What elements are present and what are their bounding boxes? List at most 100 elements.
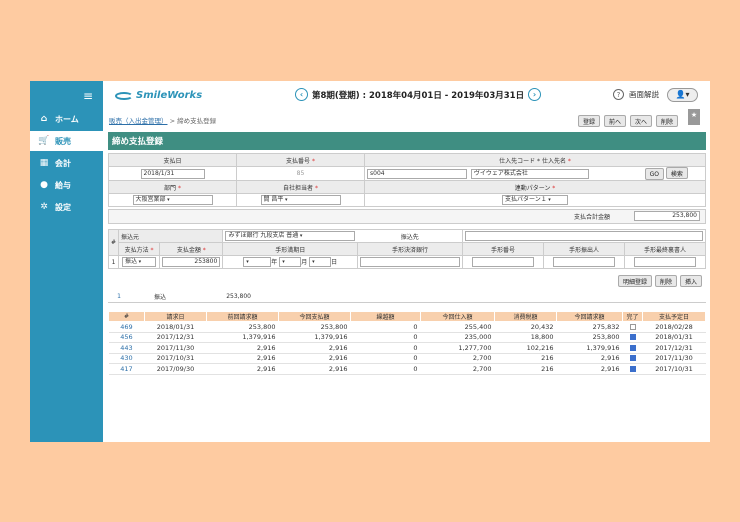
table-row[interactable]: 469 2018/01/31 253,800 253,800 0 255,400 20,43…	[108, 321, 706, 333]
row-prev: 1,379,916	[206, 332, 279, 343]
row-due: 2018/02/28	[642, 321, 706, 333]
user-menu-button[interactable]: 👤▾	[667, 88, 698, 102]
done-checkbox[interactable]	[629, 355, 636, 362]
sidebar: ≡ ⌂ ホーム 🛒 販売 ▦ 会計 ● 給与 ✲ 設定	[30, 81, 103, 442]
sidebar-item-accounting[interactable]: ▦ 会計	[30, 153, 103, 173]
vendor-buttons: GO 検索	[627, 166, 706, 181]
row-carry: 0	[350, 332, 421, 343]
help-label: 画面解説	[629, 90, 659, 99]
prev-button[interactable]: 前へ	[604, 115, 627, 127]
due-day-select[interactable]	[309, 257, 332, 268]
sidebar-item-payroll[interactable]: ● 給与	[30, 175, 103, 195]
sidebar-item-settings[interactable]: ✲ 設定	[30, 197, 103, 217]
main-content: SmileWorks ‹ 第8期(登期) : 2018年04月01日 - 201…	[103, 81, 710, 442]
row-prev: 2,916	[206, 363, 279, 375]
insert-detail-button[interactable]: 挿入	[680, 275, 703, 287]
endorser-input[interactable]	[633, 257, 696, 267]
toolbar: 登録 前へ 次へ 削除	[578, 115, 679, 127]
row-done	[622, 363, 643, 375]
chevron-left-icon[interactable]: ‹	[295, 88, 308, 101]
sidebar-item-sales[interactable]: 🛒 販売	[30, 131, 103, 151]
help-link[interactable]: ? 画面解説	[613, 89, 659, 100]
dest-input[interactable]	[464, 231, 703, 241]
done-checkbox[interactable]	[629, 334, 636, 341]
due-month-select[interactable]	[279, 257, 302, 268]
question-icon: ?	[613, 89, 624, 100]
row-id-link[interactable]: 417	[108, 363, 145, 375]
summary-row[interactable]: 1 振込 253,800	[108, 291, 706, 303]
pattern-select[interactable]: 支払パターン１	[502, 195, 568, 205]
row-tax: 216	[494, 353, 557, 364]
table-row[interactable]: 417 2017/09/30 2,916 2,916 0 2,700 216 2,916 201…	[108, 363, 706, 375]
amount-cell: 253800	[159, 255, 224, 269]
period-selector: ‹ 第8期(登期) : 2018年04月01日 - 2019年03月31日 ›	[291, 88, 545, 101]
row-id-link[interactable]: 430	[108, 353, 145, 364]
chevron-right-icon[interactable]: ›	[528, 88, 542, 101]
row-id-link[interactable]: 469	[108, 321, 145, 333]
done-checkbox[interactable]	[629, 344, 636, 351]
register-button[interactable]: 登録	[578, 115, 601, 127]
go-button[interactable]: GO	[644, 168, 664, 180]
table-row[interactable]: 430 2017/10/31 2,916 2,916 0 2,700 216 2,916 201…	[108, 353, 706, 364]
row-date: 2017/10/31	[144, 353, 207, 364]
summary-amount: 253,800	[190, 291, 254, 303]
date-header: 支払日	[108, 153, 237, 167]
row-pay: 2,916	[278, 363, 351, 375]
issuer-input[interactable]	[552, 257, 615, 267]
row-date: 2017/12/31	[144, 332, 207, 343]
sidebar-item-label: 給与	[55, 180, 71, 190]
endorser-header: 手形最終裏書人	[623, 242, 707, 256]
row-tax: 216	[494, 363, 557, 375]
home-icon: ⌂	[40, 114, 48, 124]
done-checkbox[interactable]	[629, 365, 636, 372]
row-bill: 2,916	[556, 363, 623, 375]
dept-header: 部門 *	[108, 180, 237, 194]
table-row[interactable]: 456 2017/12/31 1,379,916 1,379,916 0 235,000 1…	[108, 332, 706, 343]
bill-no-input[interactable]	[471, 257, 534, 267]
vendor-header: 仕入先コード * 仕入先名 *	[364, 153, 706, 167]
dest-header: 振込先	[357, 229, 463, 243]
row-tax: 102,216	[494, 342, 557, 354]
vendor-name-input[interactable]: ヴイウェア株式会社	[470, 168, 589, 179]
year-label: 年	[271, 258, 278, 266]
row-bill: 253,800	[556, 332, 623, 343]
row-purchase: 2,700	[420, 353, 495, 364]
col-header: 前回請求額	[206, 311, 279, 322]
bookmark-star-icon[interactable]: ★	[688, 109, 700, 125]
breadcrumb: 販売（入出金管理） > 締め支払登録	[109, 115, 216, 125]
row-id-link[interactable]: 456	[108, 332, 145, 343]
user-icon: 👤▾	[675, 90, 690, 99]
hamburger-icon[interactable]: ≡	[83, 89, 93, 103]
col-header: 繰越額	[350, 311, 421, 322]
delete-button[interactable]: 削除	[656, 115, 679, 127]
date-input[interactable]: 2018/1/31	[140, 168, 205, 179]
detail-toolbar: 明細登録 削除 挿入	[618, 275, 703, 287]
table-row[interactable]: 443 2017/11/30 2,916 2,916 0 1,277,700 102,216…	[108, 342, 706, 354]
number-value: 85	[296, 170, 305, 177]
issuer-header: 手形振出人	[542, 242, 625, 256]
next-button[interactable]: 次へ	[630, 115, 653, 127]
due-year-select[interactable]	[243, 257, 272, 268]
method-select[interactable]: 振込	[122, 257, 157, 267]
detail-no: 1	[107, 255, 120, 269]
sidebar-item-home[interactable]: ⌂ ホーム	[30, 109, 103, 129]
breadcrumb-parent[interactable]: 販売（入出金管理）	[109, 117, 168, 125]
row-id-link[interactable]: 443	[108, 342, 145, 354]
bill-bank-input[interactable]	[359, 257, 460, 267]
sidebar-item-label: 会計	[55, 158, 71, 168]
amount-input[interactable]: 253800	[162, 257, 221, 267]
row-pay: 1,379,916	[278, 332, 351, 343]
pattern-cell: 支払パターン１	[364, 193, 706, 207]
search-button[interactable]: 検索	[665, 167, 688, 179]
bank-select[interactable]: みずほ銀行 九段支店 普通	[225, 231, 356, 241]
delete-detail-button[interactable]: 削除	[655, 275, 678, 287]
staff-select[interactable]: 間 昌平	[260, 195, 341, 205]
row-carry: 0	[350, 353, 421, 364]
dept-select[interactable]: 大阪営業部	[132, 195, 213, 205]
row-purchase: 235,000	[420, 332, 495, 343]
add-detail-button[interactable]: 明細登録	[618, 275, 653, 287]
breadcrumb-separator: >	[169, 117, 176, 125]
done-checkbox[interactable]	[629, 323, 636, 330]
row-carry: 0	[350, 363, 421, 375]
vendor-code-input[interactable]: s004	[367, 168, 467, 179]
